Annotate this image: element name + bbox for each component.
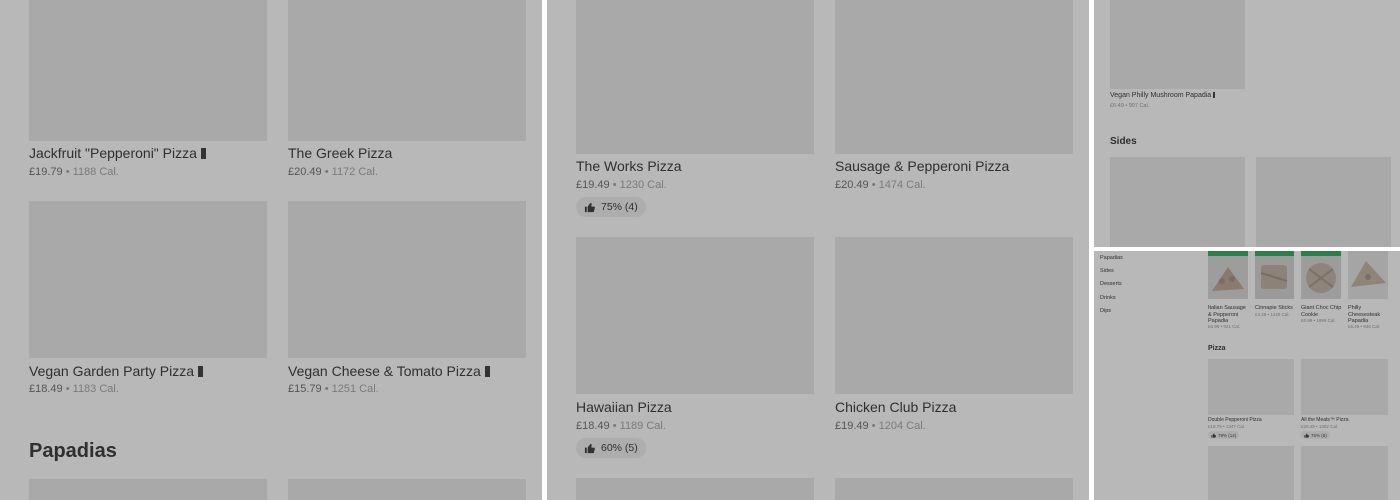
item-image[interactable] [1208, 446, 1294, 500]
thumbs-up-icon [1211, 432, 1216, 438]
category-nav-item[interactable]: Drinks [1100, 295, 1116, 301]
item-image[interactable] [29, 201, 267, 358]
item-title[interactable]: Vegan Cheese & Tomato Pizza [288, 363, 490, 379]
item-meta: £6.99 • 921 Cal. [1208, 324, 1241, 329]
thumbs-up-icon [584, 443, 595, 453]
item-image[interactable] [576, 237, 814, 394]
item-photo[interactable] [1301, 251, 1341, 299]
cheesesteak-photo-icon [1348, 251, 1388, 299]
item-meta: £18.49 • 1189 Cal. [576, 420, 666, 432]
section-heading: Sides [1110, 136, 1137, 147]
vegan-badge-icon [484, 366, 490, 377]
item-title[interactable]: The Works Pizza [576, 158, 682, 174]
item-image[interactable] [835, 237, 1073, 394]
thumbs-up-icon [584, 202, 595, 212]
menu-panel-papadias-sides: Vegan Philly Mushroom Papadia £6.49 • 90… [1094, 0, 1400, 247]
category-nav-item[interactable]: Sides [1100, 268, 1114, 274]
item-title[interactable]: Vegan Garden Party Pizza [29, 363, 203, 379]
item-image[interactable] [1256, 157, 1391, 247]
item-image[interactable] [576, 478, 814, 500]
item-image[interactable] [29, 479, 267, 500]
item-title[interactable]: Vegan Philly Mushroom Papadia [1110, 92, 1216, 99]
cinnapie-photo-icon [1255, 256, 1294, 299]
papadia-photo-icon [1208, 256, 1248, 299]
item-image[interactable] [835, 0, 1073, 154]
cookie-photo-icon [1301, 256, 1341, 299]
item-title[interactable]: Hawaiian Pizza [576, 399, 672, 415]
item-meta: £20.49 • 1172 Cal. [288, 166, 378, 178]
item-title[interactable]: Jackfruit "Pepperoni" Pizza [29, 145, 206, 161]
item-image[interactable] [835, 478, 1073, 500]
item-image[interactable] [1301, 359, 1388, 415]
item-image[interactable] [1110, 0, 1245, 89]
item-meta: £15.79 • 1251 Cal. [288, 383, 379, 395]
item-title[interactable]: Cinnapie Sticks [1255, 305, 1297, 312]
category-nav-item[interactable]: Dips [1100, 308, 1111, 314]
item-meta: £6.49 • 907 Cal. [1110, 103, 1150, 109]
item-photo[interactable] [1208, 251, 1248, 299]
item-title[interactable]: All the Meats™ Pizza [1301, 417, 1349, 423]
section-heading: Pizza [1208, 345, 1226, 352]
item-meta: £19.49 • 1204 Cal. [835, 420, 926, 432]
item-meta: £20.49 • 1302 Cal. [1301, 424, 1339, 429]
category-nav-item[interactable]: Papadias [1100, 255, 1123, 261]
item-image[interactable] [1110, 157, 1245, 247]
item-meta: £4.29 • 1229 Cal. [1255, 312, 1290, 317]
rating-badge: 79% (14) [1208, 431, 1240, 439]
item-meta: £20.49 • 1474 Cal. [835, 179, 926, 191]
item-image[interactable] [29, 0, 267, 141]
vegan-badge-icon [200, 148, 206, 159]
item-image[interactable] [288, 479, 526, 500]
vegan-badge-icon [1213, 92, 1216, 98]
item-meta: £19.79 • 1188 Cal. [29, 166, 119, 178]
thumbs-up-icon [1304, 432, 1309, 438]
menu-panel-pizzas: The Works Pizza £19.49 • 1230 Cal. 75% (… [547, 0, 1089, 500]
item-meta: £19.79 • 1347 Cal. [1208, 424, 1246, 429]
item-title[interactable]: The Greek Pizza [288, 145, 392, 161]
item-meta: £19.49 • 1230 Cal. [576, 179, 667, 191]
item-title[interactable]: Chicken Club Pizza [835, 399, 956, 415]
rating-badge: 75% (8) [1301, 431, 1330, 439]
item-image[interactable] [1208, 359, 1294, 415]
item-image[interactable] [288, 0, 526, 141]
menu-panel-pizzas-vegan: Jackfruit "Pepperoni" Pizza £19.79 • 118… [0, 0, 542, 500]
item-meta: £6.99 • 1996 Cal. [1301, 318, 1336, 323]
item-meta: £6.49 • 946 Cal. [1348, 324, 1381, 329]
item-title[interactable]: Philly Cheesesteak Papadia [1348, 305, 1388, 325]
item-title[interactable]: Giant Choc Chip Cookie [1301, 305, 1343, 318]
category-nav-item[interactable]: Desserts [1100, 281, 1122, 287]
vegan-badge-icon [198, 366, 203, 377]
rating-badge: 60% (5) [576, 438, 646, 458]
section-heading: Papadias [29, 440, 117, 462]
item-meta: £18.49 • 1183 Cal. [29, 383, 119, 395]
item-image[interactable] [576, 0, 814, 154]
item-title[interactable]: Italian Sausage & Pepperoni Papadia [1208, 305, 1250, 325]
item-title[interactable]: Double Pepperoni Pizza [1208, 417, 1262, 423]
item-image[interactable] [1301, 446, 1388, 500]
item-photo[interactable] [1255, 251, 1294, 299]
item-image[interactable] [288, 201, 526, 358]
menu-panel-overview: Papadias Sides Desserts Drinks Dips Ital… [1094, 251, 1400, 500]
item-title[interactable]: Sausage & Pepperoni Pizza [835, 158, 1009, 174]
item-photo[interactable] [1348, 251, 1388, 299]
rating-badge: 75% (4) [576, 197, 646, 217]
